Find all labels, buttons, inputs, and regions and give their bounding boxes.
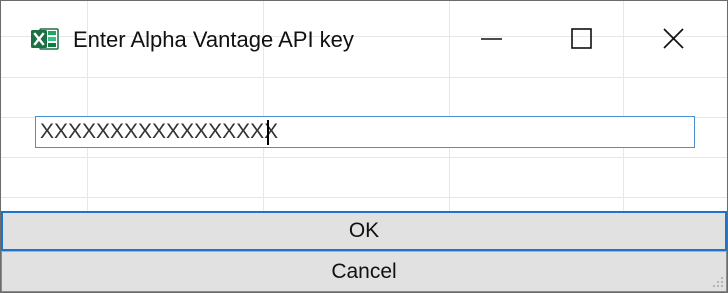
maximize-icon [571,28,592,49]
minimize-icon [481,38,502,40]
api-key-input[interactable] [35,116,695,148]
close-icon [663,28,684,49]
window-title: Enter Alpha Vantage API key [73,27,354,52]
dialog-window: Enter Alpha Vantage API key OK Cancel [0,0,728,293]
text-caret [267,120,269,145]
title-bar[interactable]: Enter Alpha Vantage API key [1,1,727,77]
cancel-button[interactable]: Cancel [1,251,727,292]
resize-grip-icon[interactable] [710,275,724,289]
minimize-button[interactable] [449,1,535,77]
excel-icon [31,27,59,51]
ok-button[interactable]: OK [1,211,727,251]
maximize-button[interactable] [537,1,623,77]
close-button[interactable] [629,1,715,77]
